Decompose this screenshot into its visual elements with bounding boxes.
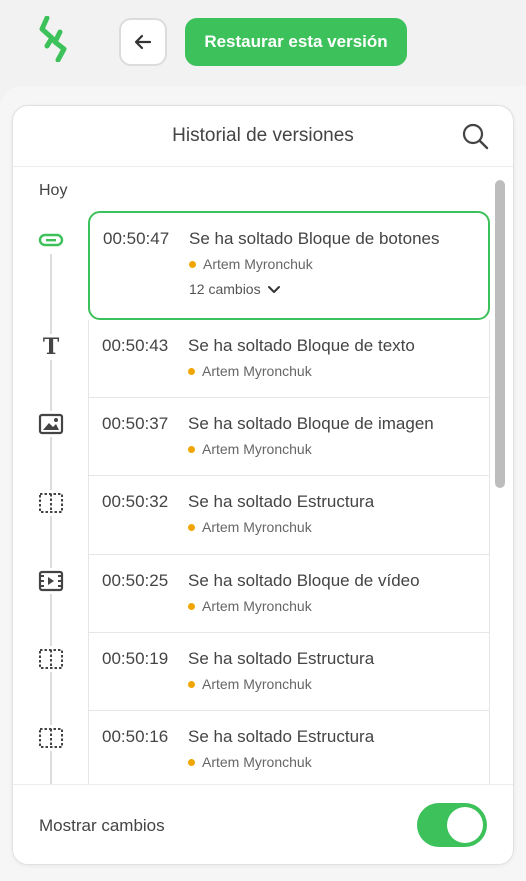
- entry-time: 00:50:37: [102, 414, 169, 433]
- chevron-down-icon: [267, 286, 280, 293]
- entry-title: Se ha soltado Bloque de vídeo: [188, 571, 420, 590]
- entry-author: Artem Myronchuk: [188, 441, 312, 457]
- author-name: Artem Myronchuk: [202, 519, 312, 535]
- author-status-dot: [189, 260, 196, 268]
- changes-expander[interactable]: 12 cambios: [189, 281, 281, 297]
- back-button[interactable]: [119, 18, 167, 66]
- show-changes-label: Mostrar cambios: [39, 816, 165, 835]
- author-status-dot: [188, 445, 195, 453]
- text-block-icon: T: [37, 334, 65, 360]
- version-entry[interactable]: 00:50:47 Se ha soltado Bloque de botones…: [88, 211, 490, 320]
- toggle-knob: [447, 807, 483, 843]
- panel-title: Historial de versiones: [172, 125, 354, 146]
- author-status-dot: [188, 602, 195, 610]
- author-name: Artem Myronchuk: [202, 754, 312, 770]
- entry-title: Se ha soltado Bloque de texto: [188, 336, 415, 355]
- day-group-label: Hoy: [39, 182, 68, 199]
- entry-title: Se ha soltado Bloque de imagen: [188, 414, 434, 433]
- scrollbar-thumb[interactable]: [495, 180, 505, 488]
- version-list[interactable]: Hoy 00:50:47 Se ha soltado Bloque de bot…: [13, 168, 513, 785]
- entry-time: 00:50:16: [102, 727, 169, 746]
- panel-footer: Mostrar cambios: [13, 784, 513, 864]
- restore-version-button[interactable]: Restaurar esta versión: [185, 18, 407, 66]
- structure-icon: [37, 490, 65, 516]
- entry-author: Artem Myronchuk: [188, 676, 312, 692]
- arrow-left-icon: [134, 34, 152, 50]
- structure-icon: [37, 646, 65, 672]
- author-name: Artem Myronchuk: [202, 676, 312, 692]
- author-name: Artem Myronchuk: [203, 256, 313, 272]
- entry-author: Artem Myronchuk: [189, 256, 313, 272]
- video-block-icon: [37, 568, 65, 594]
- entry-title: Se ha soltado Estructura: [188, 492, 375, 511]
- author-name: Artem Myronchuk: [202, 441, 312, 457]
- version-entry[interactable]: 00:50:32 Se ha soltado Estructura Artem …: [88, 476, 490, 555]
- entry-title: Se ha soltado Bloque de botones: [189, 229, 440, 248]
- entry-author: Artem Myronchuk: [188, 754, 312, 770]
- structure-icon: [37, 725, 65, 751]
- version-entry[interactable]: 00:50:25 Se ha soltado Bloque de vídeo A…: [88, 555, 490, 633]
- author-name: Artem Myronchuk: [202, 598, 312, 614]
- image-block-icon: [37, 411, 65, 437]
- top-toolbar: Restaurar esta versión: [0, 0, 526, 86]
- entry-author: Artem Myronchuk: [188, 363, 312, 379]
- version-entry[interactable]: 00:50:43 Se ha soltado Bloque de texto A…: [88, 320, 490, 398]
- entry-author: Artem Myronchuk: [188, 519, 312, 535]
- show-changes-toggle[interactable]: [417, 803, 487, 847]
- entry-time: 00:50:25: [102, 571, 169, 590]
- stripo-logo-icon[interactable]: [38, 16, 70, 62]
- search-icon[interactable]: [461, 122, 489, 150]
- author-name: Artem Myronchuk: [202, 363, 312, 379]
- entry-time: 00:50:47: [103, 229, 170, 248]
- version-entry[interactable]: 00:50:37 Se ha soltado Bloque de imagen …: [88, 398, 490, 476]
- entry-time: 00:50:19: [102, 649, 169, 668]
- changes-count: 12 cambios: [189, 281, 261, 297]
- entry-title: Se ha soltado Estructura: [188, 649, 375, 668]
- entry-title: Se ha soltado Estructura: [188, 727, 375, 746]
- entry-time: 00:50:32: [102, 492, 169, 511]
- button-block-icon: [37, 227, 65, 253]
- entry-time: 00:50:43: [102, 336, 169, 355]
- author-status-dot: [188, 758, 195, 766]
- entry-author: Artem Myronchuk: [188, 598, 312, 614]
- version-history-panel: Historial de versiones Hoy 00:50:47 Se h…: [12, 105, 514, 865]
- version-entry[interactable]: 00:50:16 Se ha soltado Estructura Artem …: [88, 711, 490, 785]
- author-status-dot: [188, 680, 195, 688]
- panel-header: Historial de versiones: [13, 106, 513, 167]
- author-status-dot: [188, 523, 195, 531]
- version-entry[interactable]: 00:50:19 Se ha soltado Estructura Artem …: [88, 633, 490, 711]
- author-status-dot: [188, 367, 195, 375]
